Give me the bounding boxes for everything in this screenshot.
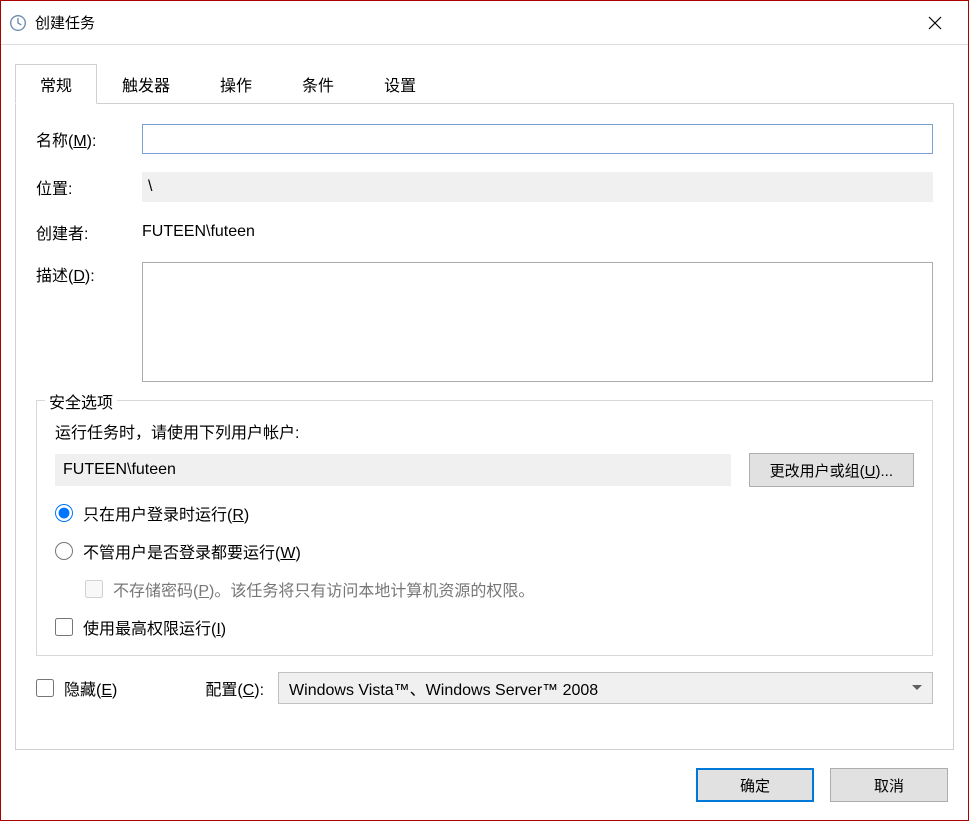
creator-label: 创建者: [36,220,142,244]
description-input[interactable] [142,262,933,382]
configure-label: 配置(C): [205,676,264,700]
highest-privileges-check[interactable]: 使用最高权限运行(I) [55,615,914,639]
radio-logged-on[interactable] [55,504,73,522]
checkbox-no-password [85,580,103,598]
no-store-password-check: 不存储密码(P)。该任务将只有访问本地计算机资源的权限。 [85,577,914,601]
checkbox-highest-priv[interactable] [55,618,73,636]
hidden-check[interactable]: 隐藏(E) [36,676,117,700]
cancel-button[interactable]: 取消 [830,768,948,802]
run-when-logged-on-radio[interactable]: 只在用户登录时运行(R) [55,501,914,525]
location-label: 位置: [36,175,142,199]
tab-strip: 常规 触发器 操作 条件 设置 [15,63,954,104]
name-label: 名称(M): [36,127,142,151]
change-user-button[interactable]: 更改用户或组(U)... [749,453,914,487]
create-task-dialog: 创建任务 常规 触发器 操作 条件 设置 名称(M): 位置: \ 创建者: [0,0,969,821]
security-options-group: 安全选项 运行任务时，请使用下列用户帐户: FUTEEN\futeen 更改用户… [36,400,933,656]
radio-whether-logged[interactable] [55,542,73,560]
account-label: 运行任务时，请使用下列用户帐户: [55,419,914,443]
tab-panel-general: 名称(M): 位置: \ 创建者: FUTEEN\futeen 描述(D): 安… [15,104,954,750]
tab-triggers[interactable]: 触发器 [97,64,195,104]
run-whether-logged-on-radio[interactable]: 不管用户是否登录都要运行(W) [55,539,914,563]
ok-button[interactable]: 确定 [696,768,814,802]
tab-general[interactable]: 常规 [15,64,97,104]
configure-select-value: Windows Vista™、Windows Server™ 2008 [289,676,598,700]
titlebar: 创建任务 [1,1,968,45]
tab-actions[interactable]: 操作 [195,64,277,104]
checkbox-hidden[interactable] [36,679,54,697]
description-label: 描述(D): [36,262,142,286]
configure-select[interactable]: Windows Vista™、Windows Server™ 2008 [278,672,933,704]
location-value: \ [142,172,933,202]
tab-conditions[interactable]: 条件 [277,64,359,104]
dialog-button-row: 确定 取消 [1,750,968,820]
account-value: FUTEEN\futeen [55,454,731,486]
creator-value: FUTEEN\futeen [142,223,255,241]
window-title: 创建任务 [35,12,95,33]
clock-icon [9,14,27,32]
close-icon [928,16,942,30]
name-input[interactable] [142,124,933,154]
close-button[interactable] [912,7,958,39]
security-legend: 安全选项 [45,389,117,413]
tab-settings[interactable]: 设置 [359,64,441,104]
